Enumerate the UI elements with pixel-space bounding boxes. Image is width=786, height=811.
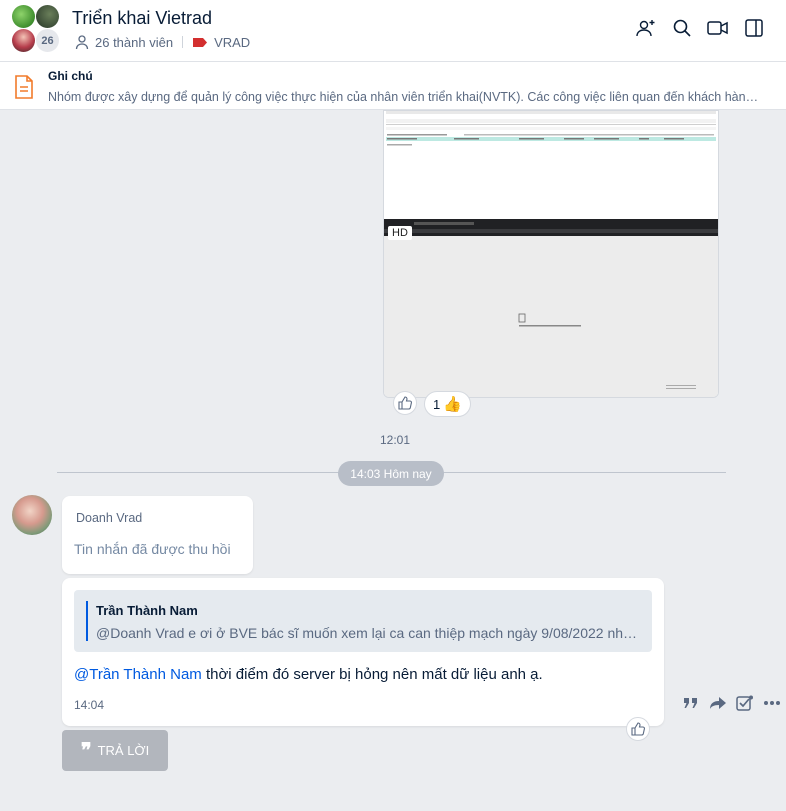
quote-bar — [86, 601, 88, 641]
member-avatar — [36, 5, 59, 28]
reaction-count: 1 — [433, 396, 441, 412]
thumbs-up-emoji-icon: 👍 — [443, 396, 462, 413]
quoted-message[interactable]: Trần Thành Nam @Doanh Vrad e ơi ở BVE bá… — [74, 590, 652, 652]
member-avatar — [12, 5, 35, 28]
reply-button-label: TRẢ LỜI — [97, 743, 150, 758]
tag-label[interactable]: VRAD — [214, 35, 250, 50]
message-time: 12:01 — [380, 433, 411, 447]
message-body: thời điểm đó server bị hỏng nên mất dữ l… — [201, 666, 543, 683]
hd-badge: HD — [388, 226, 412, 240]
message-time: 14:04 — [74, 698, 105, 712]
group-avatar[interactable]: 26 — [12, 5, 60, 53]
revoked-message-text: Tin nhắn đã được thu hồi — [74, 541, 231, 557]
forward-icon[interactable] — [707, 693, 729, 713]
reply-message-bubble[interactable]: Trần Thành Nam @Doanh Vrad e ơi ở BVE bá… — [62, 578, 664, 726]
thumbs-up-icon — [398, 396, 412, 410]
reply-button[interactable]: ❞ TRẢ LỜI — [62, 730, 168, 771]
chat-header: 26 Triển khai Vietrad 26 thành viên VRAD — [0, 0, 786, 62]
mention-link[interactable]: @Trần Thành Nam — [74, 666, 202, 683]
more-options-icon[interactable] — [761, 693, 783, 713]
note-title: Ghi chú — [48, 69, 93, 83]
message-text: @Trần Thành Nam thời điểm đó server bị h… — [74, 666, 543, 683]
quote-author: Trần Thành Nam — [96, 603, 198, 618]
like-reaction-button[interactable] — [393, 391, 417, 415]
quote-reply-icon[interactable] — [680, 693, 702, 713]
quote-icon: ❞ — [80, 740, 92, 762]
screenshot-image[interactable] — [384, 111, 718, 219]
tag-icon — [193, 37, 208, 47]
sender-avatar[interactable] — [12, 495, 52, 535]
member-avatar — [12, 29, 35, 52]
group-title[interactable]: Triển khai Vietrad — [72, 8, 212, 29]
reaction-count-chip[interactable]: 1 👍 — [424, 391, 471, 417]
media-thumbnail[interactable]: HD — [383, 110, 719, 398]
video-call-icon[interactable] — [706, 16, 730, 40]
note-text: Nhóm được xây dựng để quản lý công việc … — [48, 90, 760, 104]
date-divider-chip: 14:03 Hôm nay — [338, 461, 444, 486]
pinned-note[interactable]: Ghi chú Nhóm được xây dựng để quản lý cô… — [0, 62, 786, 110]
search-icon[interactable] — [670, 16, 694, 40]
revoked-message-bubble[interactable]: Doanh Vrad Tin nhắn đã được thu hồi — [62, 496, 253, 574]
task-check-icon[interactable] — [734, 693, 756, 713]
thumbs-up-icon — [631, 722, 645, 736]
note-icon — [15, 75, 33, 99]
sidebar-toggle-icon[interactable] — [742, 16, 766, 40]
quote-text: @Doanh Vrad e ơi ở BVE bác sĩ muốn xem l… — [96, 625, 644, 641]
video-thumbnail[interactable]: HD — [384, 219, 718, 397]
group-meta: 26 thành viên VRAD — [74, 34, 250, 50]
like-reaction-button[interactable] — [626, 717, 650, 741]
sender-name[interactable]: Doanh Vrad — [76, 511, 142, 525]
member-icon — [75, 35, 89, 50]
meta-divider — [182, 36, 184, 48]
members-link[interactable]: 26 thành viên — [95, 35, 173, 50]
member-count-badge: 26 — [36, 29, 59, 52]
header-actions — [622, 16, 766, 40]
add-member-icon[interactable] — [634, 16, 658, 40]
message-hover-actions — [680, 693, 786, 713]
